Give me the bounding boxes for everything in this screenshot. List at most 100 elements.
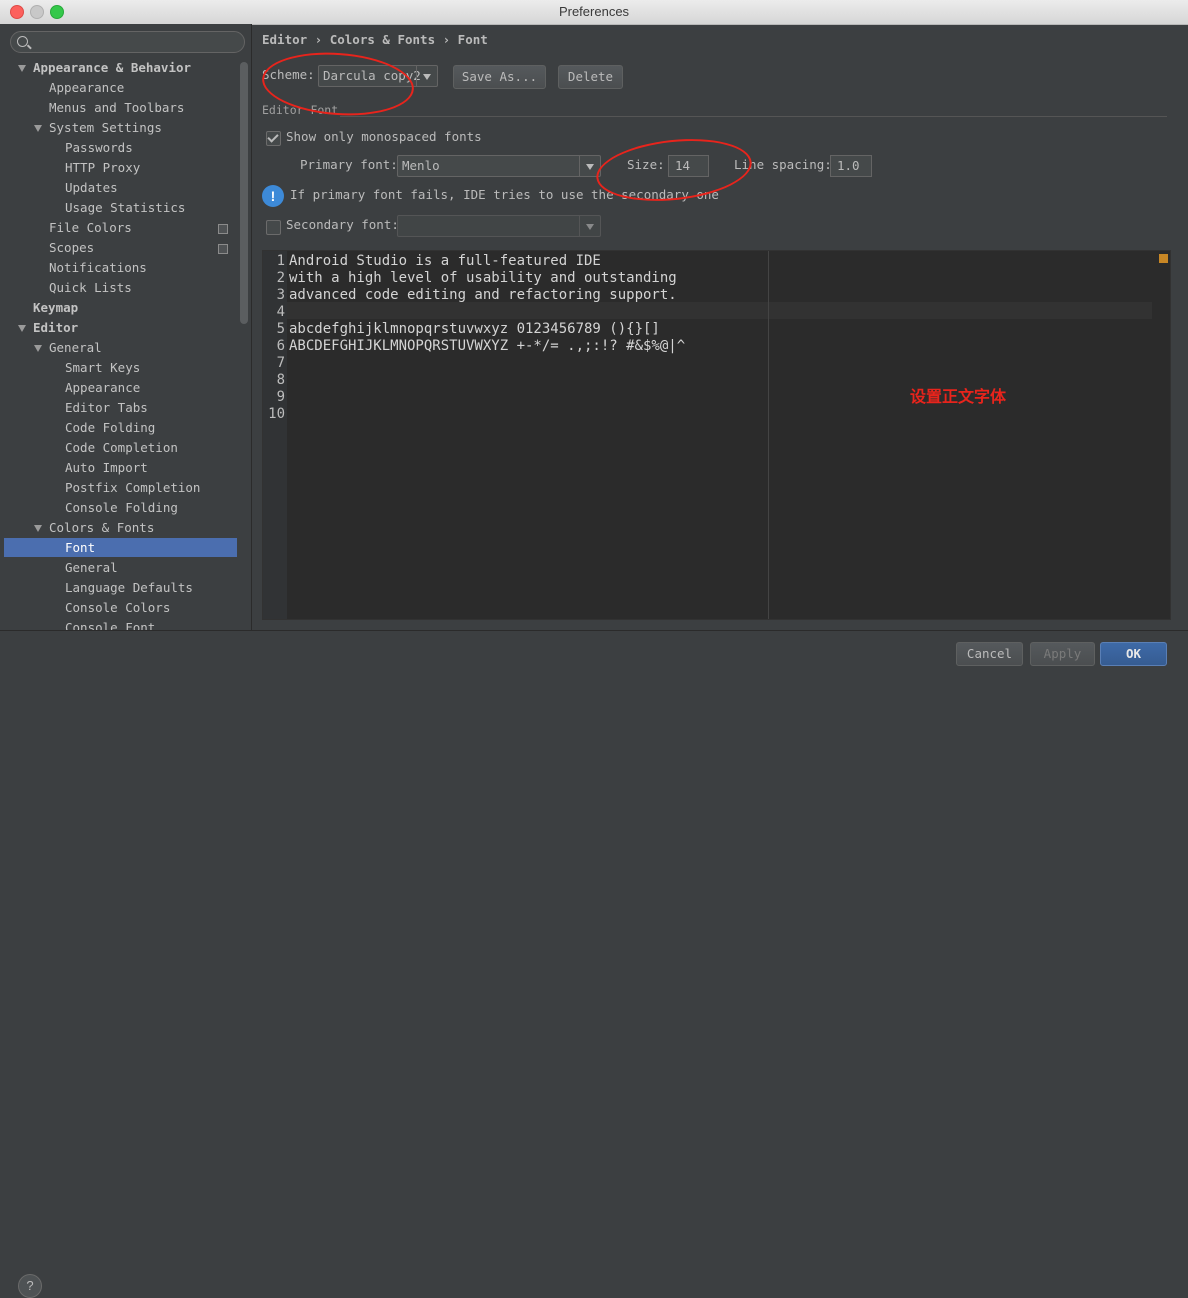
sidebar-item[interactable]: Console Colors [65, 598, 170, 618]
primary-font-value: Menlo [402, 158, 440, 173]
sidebar-item-label: Keymap [33, 300, 79, 315]
sidebar-item[interactable]: Appearance [49, 78, 124, 98]
line-number: 7 [276, 355, 285, 371]
title-bar: Preferences [0, 0, 1188, 25]
sidebar-item-label: Editor [33, 320, 79, 335]
sidebar-item[interactable]: Console Folding [65, 498, 178, 518]
primary-font-select[interactable]: Menlo [397, 155, 601, 177]
monospaced-checkbox[interactable] [266, 131, 281, 146]
sidebar-item[interactable]: General [65, 558, 118, 578]
sidebar-item-label: Postfix Completion [65, 480, 201, 495]
monospaced-label: Show only monospaced fonts [286, 129, 482, 144]
preview-line: advanced code editing and refactoring su… [289, 287, 677, 303]
ok-button[interactable]: OK [1100, 642, 1167, 666]
annotation-text: 设置正文字体 [910, 387, 1007, 406]
sidebar-item[interactable]: File Colors [49, 218, 132, 238]
primary-font-label: Primary font: [300, 157, 398, 172]
sidebar-item[interactable]: Scopes [49, 238, 94, 258]
preview-line: Android Studio is a full-featured IDE [289, 253, 601, 269]
sidebar-item-label: Passwords [65, 140, 133, 155]
copy-icon [218, 244, 228, 254]
sidebar-item[interactable]: Menus and Toolbars [49, 98, 184, 118]
section-divider [340, 116, 1167, 117]
sidebar-item[interactable]: HTTP Proxy [65, 158, 140, 178]
chevron-down-icon [579, 216, 600, 236]
secondary-font-checkbox[interactable] [266, 220, 281, 235]
tree-expand-icon[interactable] [18, 325, 26, 332]
sidebar-item[interactable]: Auto Import [65, 458, 148, 478]
sidebar-item-label: Code Folding [65, 420, 156, 435]
sidebar-item[interactable]: Code Folding [65, 418, 155, 438]
sidebar-item[interactable]: System Settings [34, 118, 162, 138]
tree-expand-icon[interactable] [18, 65, 26, 72]
line-number: 9 [276, 389, 285, 405]
info-icon: ! [262, 185, 284, 207]
sidebar-item[interactable]: General [34, 338, 102, 358]
tree-expand-icon[interactable] [34, 345, 42, 352]
sidebar-item[interactable]: Keymap [33, 298, 78, 318]
settings-sidebar: Appearance & Behavior Appearance Menus and… [0, 24, 252, 630]
line-number: 2 [276, 270, 285, 286]
chevron-down-icon [416, 66, 437, 86]
tree-expand-icon[interactable] [34, 125, 42, 132]
sidebar-item[interactable]: Font [65, 538, 95, 558]
sidebar-item-label: Colors & Fonts [49, 520, 155, 535]
sidebar-item-label: Code Completion [65, 440, 178, 455]
tree-expand-icon[interactable] [34, 525, 42, 532]
sidebar-item[interactable]: Postfix Completion [65, 478, 200, 498]
line-number: 8 [276, 372, 285, 388]
sidebar-item-label: Console Colors [65, 600, 171, 615]
cancel-button[interactable]: Cancel [956, 642, 1023, 666]
preview-line: ABCDEFGHIJKLMNOPQRSTUVWXYZ +-*/= .,;:!? … [289, 338, 686, 354]
sidebar-item-label: System Settings [49, 120, 162, 135]
font-preview-editor[interactable]: 1 Android Studio is a full-featured IDE 2 w… [262, 250, 1171, 620]
sidebar-item-label: Console Font [65, 620, 156, 630]
sidebar-item[interactable]: Appearance [65, 378, 140, 398]
sidebar-item[interactable]: Usage Statistics [65, 198, 185, 218]
sidebar-item[interactable]: Colors & Fonts [34, 518, 154, 538]
sidebar-item[interactable]: Appearance & Behavior [18, 58, 191, 78]
selection-highlight [4, 538, 237, 557]
secondary-font-label: Secondary font: [286, 217, 399, 232]
line-spacing-input[interactable]: 1.0 [830, 155, 872, 177]
sidebar-item-label: Console Folding [65, 500, 178, 515]
sidebar-item-label: Notifications [49, 260, 147, 275]
sidebar-item-label: Appearance & Behavior [33, 60, 192, 75]
settings-search-input[interactable] [10, 31, 245, 53]
delete-button[interactable]: Delete [558, 65, 623, 89]
sidebar-item[interactable]: Code Completion [65, 438, 178, 458]
preview-line: abcdefghijklmnopqrstuvwxyz 0123456789 ()… [289, 321, 660, 337]
sidebar-item-label: Auto Import [65, 460, 148, 475]
copy-icon [218, 224, 228, 234]
secondary-font-select[interactable] [397, 215, 601, 237]
sidebar-item-label: Font [65, 540, 96, 555]
line-number: 1 [276, 253, 285, 269]
error-stripe-marker[interactable] [1159, 254, 1168, 263]
sidebar-item-label: General [65, 560, 118, 575]
save-as-button[interactable]: Save As... [453, 65, 546, 89]
sidebar-item[interactable]: Editor Tabs [65, 398, 148, 418]
sidebar-item[interactable]: Notifications [49, 258, 147, 278]
preview-line: with a high level of usability and outst… [289, 270, 677, 286]
sidebar-item[interactable]: Passwords [65, 138, 133, 158]
line-number: 10 [268, 406, 285, 422]
dialog-footer: ? Cancel Apply OK [0, 630, 1188, 1298]
line-number: 5 [276, 321, 285, 337]
window-title: Preferences [558, 4, 630, 19]
right-margin-guide [768, 251, 769, 619]
sidebar-item-label: Smart Keys [65, 360, 141, 375]
sidebar-item[interactable]: Quick Lists [49, 278, 132, 298]
help-icon[interactable]: ? [18, 1274, 42, 1298]
apply-button[interactable]: Apply [1030, 642, 1095, 666]
sidebar-scrollbar[interactable] [240, 62, 248, 324]
breadcrumb: Editor › Colors & Fonts › Font [262, 32, 488, 47]
sidebar-item[interactable]: Language Defaults [65, 578, 193, 598]
line-number: 4 [276, 304, 285, 320]
sidebar-item[interactable]: Smart Keys [65, 358, 140, 378]
sidebar-item-label: Updates [65, 180, 118, 195]
sidebar-item[interactable]: Updates [65, 178, 118, 198]
settings-tree: Appearance & Behavior Appearance Menus and… [0, 58, 237, 630]
sidebar-item[interactable]: Editor [18, 318, 78, 338]
sidebar-item[interactable]: Console Font [65, 618, 155, 630]
sidebar-item-label: Menus and Toolbars [49, 100, 185, 115]
